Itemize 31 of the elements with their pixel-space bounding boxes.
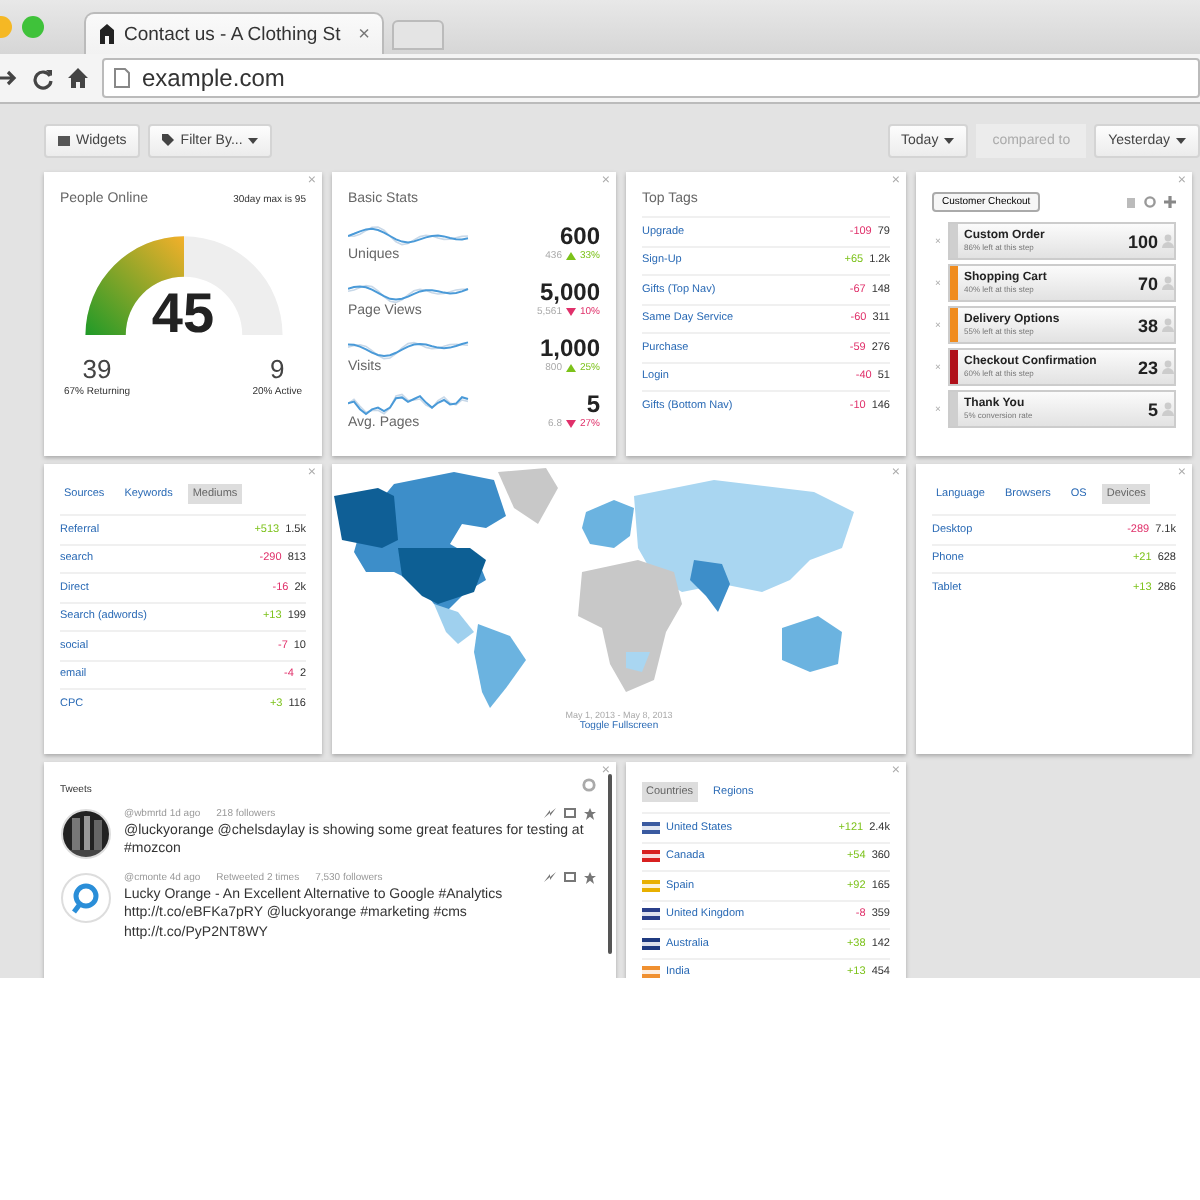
- star-icon[interactable]: [584, 808, 596, 820]
- tag-icon: [162, 134, 175, 146]
- magnifier-logo-icon: [60, 872, 112, 924]
- home-icon[interactable]: [68, 68, 88, 88]
- scrollbar[interactable]: [608, 774, 612, 954]
- step-count: 100: [1127, 231, 1158, 251]
- step-count: 38: [1137, 315, 1158, 335]
- reload-icon[interactable]: [32, 67, 54, 89]
- page-icon: [114, 68, 130, 88]
- stat-value: 600: [559, 222, 600, 250]
- returning-count: 39: [82, 354, 112, 384]
- stat-value: 5,000: [539, 278, 600, 306]
- sparkline: [348, 220, 472, 248]
- stat-value: 5: [586, 390, 600, 418]
- add-icon[interactable]: [1164, 196, 1176, 208]
- caret-icon: [944, 137, 955, 143]
- star-icon[interactable]: [584, 872, 596, 884]
- caret-icon: [1176, 137, 1186, 143]
- stat-value: 1,000: [539, 334, 600, 362]
- online-count: 45: [149, 282, 217, 346]
- step-count: 70: [1137, 273, 1158, 293]
- close-button[interactable]: ×: [358, 23, 370, 45]
- step-count: 23: [1137, 357, 1158, 377]
- forward-icon[interactable]: [0, 68, 18, 88]
- grid-icon: [58, 135, 70, 145]
- caret-icon: [248, 137, 259, 143]
- sparkline: [348, 388, 472, 416]
- browser-tab[interactable]: Contact us - A Clothing St ×: [84, 12, 384, 54]
- address-field[interactable]: example.com: [102, 58, 1200, 98]
- active-count: 9: [270, 354, 285, 384]
- step-count: 5: [1147, 399, 1158, 419]
